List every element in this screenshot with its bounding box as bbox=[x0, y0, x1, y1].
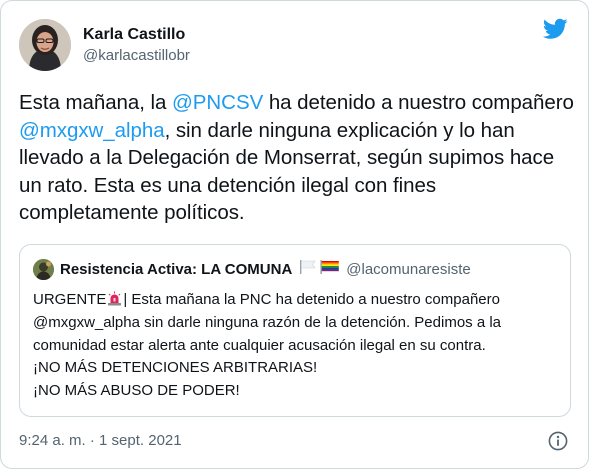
quoted-author-avatar[interactable] bbox=[33, 259, 54, 280]
quoted-line-2: @mxgxw_alpha sin darle ninguna razón de … bbox=[33, 313, 502, 331]
quoted-urgent-label: URGENTE bbox=[33, 291, 107, 308]
tweet-text-segment: ha detenido a nuestro compañero bbox=[263, 91, 574, 114]
author-handle[interactable]: @karlacastillobr bbox=[83, 47, 190, 66]
quoted-author-handle[interactable]: @lacomunaresiste bbox=[346, 261, 470, 278]
quoted-tweet[interactable]: Resistencia Activa: LA COMUNA @lacomunar… bbox=[19, 244, 571, 417]
rainbow-flag-icon bbox=[320, 259, 340, 280]
tweet-timestamp[interactable]: 9:24 a. m. · 1 sept. 2021 bbox=[19, 432, 182, 449]
quoted-line-3: comunidad estar alerta ante cualquier ac… bbox=[33, 336, 486, 354]
tweet-text: Esta mañana, la @PNCSV ha detenido a nue… bbox=[19, 89, 574, 227]
info-icon[interactable] bbox=[548, 431, 568, 451]
twitter-bird-icon[interactable] bbox=[543, 18, 568, 40]
quoted-tweet-header: Resistencia Activa: LA COMUNA @lacomunar… bbox=[33, 259, 471, 280]
quoted-line-1: | Esta mañana la PNC ha detenido a nuest… bbox=[123, 291, 500, 308]
white-flag-icon bbox=[299, 259, 317, 280]
police-light-icon bbox=[107, 291, 122, 306]
tweet-text-segment: Esta mañana, la bbox=[19, 91, 173, 114]
author-display-name[interactable]: Karla Castillo bbox=[83, 25, 190, 45]
mention-link-pncsv[interactable]: @PNCSV bbox=[172, 91, 263, 114]
mention-link-mxgxw-alpha[interactable]: @mxgxw_alpha bbox=[19, 119, 165, 142]
author-avatar[interactable] bbox=[19, 19, 71, 71]
tweet-author-header: Karla Castillo @karlacastillobr bbox=[19, 19, 190, 71]
quoted-line-4: ¡NO MÁS DETENCIONES ARBITRARIAS! bbox=[33, 359, 318, 377]
quoted-author-name[interactable]: Resistencia Activa: LA COMUNA bbox=[60, 261, 292, 278]
quoted-tweet-text: URGENTE | Esta mañana la PNC ha detenido … bbox=[33, 289, 558, 403]
quoted-line-5: ¡NO MÁS ABUSO DE PODER! bbox=[33, 382, 240, 400]
author-avatar-image bbox=[19, 19, 71, 71]
tweet-embed-card: Karla Castillo @karlacastillobr Esta mañ… bbox=[0, 0, 589, 469]
quoted-avatar-image bbox=[33, 259, 54, 280]
